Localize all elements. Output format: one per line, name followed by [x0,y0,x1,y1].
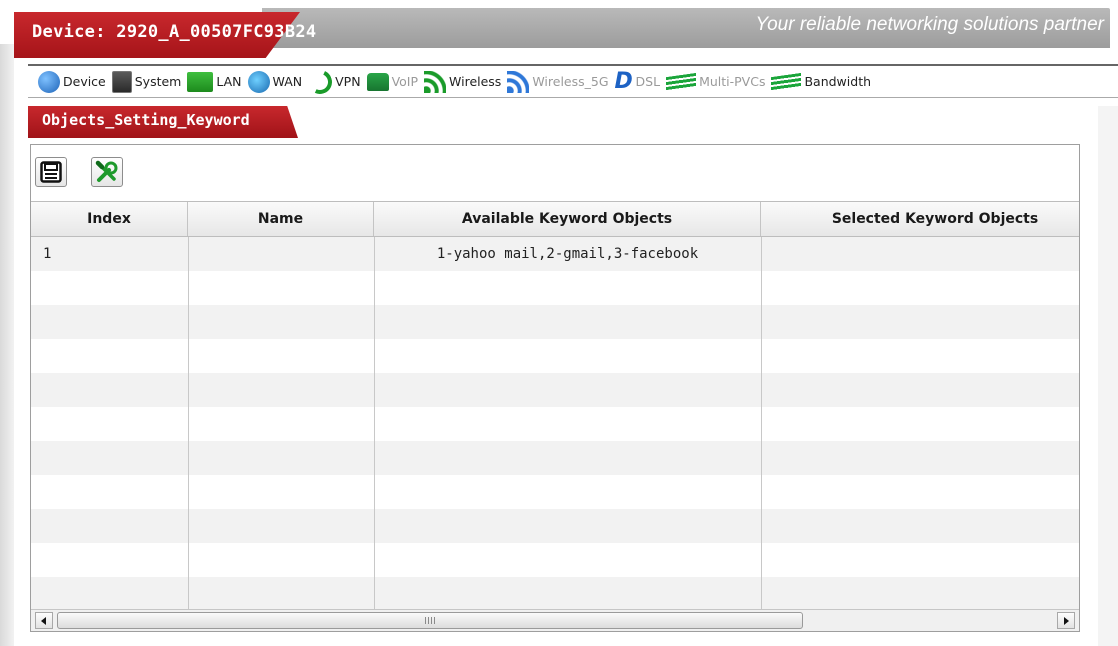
nav-label: DSL [635,74,661,89]
vpn-icon [304,66,336,97]
wireless-icon [424,70,447,93]
column-header-name[interactable]: Name [188,202,374,236]
tools-button[interactable] [91,157,123,187]
column-header-index[interactable]: Index [31,202,188,236]
nav-label: Multi-PVCs [699,74,766,89]
nav-item-wan[interactable]: WAN [247,70,303,93]
nav-item-wireless-5g[interactable]: Wireless_5G [507,70,609,93]
device-icon [38,70,60,93]
scrollbar-thumb[interactable] [57,612,803,629]
column-header-available-keyword-objects[interactable]: Available Keyword Objects [374,202,761,236]
cell-name [191,237,371,271]
nav-label: VPN [335,74,361,89]
arrow-left-icon [41,616,46,625]
nav-label: Wireless [449,74,502,89]
nav-label: System [134,74,182,89]
wan-icon [247,70,270,93]
nav-item-voip[interactable]: VoIP [366,72,419,91]
scroll-left-button[interactable] [35,612,53,629]
nav-item-multi-pvcs[interactable]: Multi-PVCs [666,72,766,91]
wrench-screwdriver-icon [95,160,118,182]
multi-pvcs-icon [666,72,697,91]
left-frame-edge [0,44,14,646]
nav-label: Device [63,74,106,89]
floppy-disk-icon [40,161,62,183]
nav-label: VoIP [391,74,419,89]
cell-selected-keyword-objects [764,237,1074,271]
nav-item-lan[interactable]: LAN [187,71,242,92]
nav-item-vpn[interactable]: VPN [304,66,361,97]
scroll-right-button[interactable] [1057,612,1075,629]
column-header-selected-keyword-objects[interactable]: Selected Keyword Objects [761,202,1079,236]
column-divider [374,237,375,609]
nav-label: LAN [216,74,242,89]
table-header: Index Name Available Keyword Objects Sel… [31,201,1079,237]
nav-item-wireless[interactable]: Wireless [424,70,502,93]
main-nav-bar: Device System LAN WAN VPN VoIP Wireless … [28,64,1118,98]
dsl-icon: D [614,68,633,94]
save-button[interactable] [35,157,67,187]
nav-label: Wireless_5G [532,74,609,89]
bandwidth-icon [771,72,802,91]
cell-index: 1 [43,246,52,262]
tagline: Your reliable networking solutions partn… [755,14,1104,35]
nav-item-device[interactable]: Device [38,70,106,93]
column-divider [761,237,762,609]
cell-available-keyword-objects: 1-yahoo mail,2-gmail,3-facebook [436,246,699,262]
arrow-right-icon [1064,616,1069,625]
wireless-5g-icon [507,70,530,93]
nav-label: WAN [272,74,303,89]
nav-item-system[interactable]: System [111,70,182,93]
nav-item-dsl[interactable]: D DSL [614,68,661,94]
keyword-objects-panel: Index Name Available Keyword Objects Sel… [30,144,1080,632]
column-divider [188,237,189,609]
horizontal-scrollbar[interactable] [31,609,1079,631]
grip-icon [425,617,435,624]
nav-item-bandwidth[interactable]: Bandwidth [771,72,872,91]
right-frame-edge [1098,106,1118,646]
nav-label: Bandwidth [804,74,872,89]
tab-label: Objects_Setting_Keyword [42,111,250,129]
system-icon [111,70,132,93]
lan-icon [187,71,214,92]
device-name: Device: 2920_A_00507FC93B24 [32,22,317,42]
voip-icon [366,72,389,91]
table-body: 1 1-yahoo mail,2-gmail,3-facebook [31,237,1079,609]
